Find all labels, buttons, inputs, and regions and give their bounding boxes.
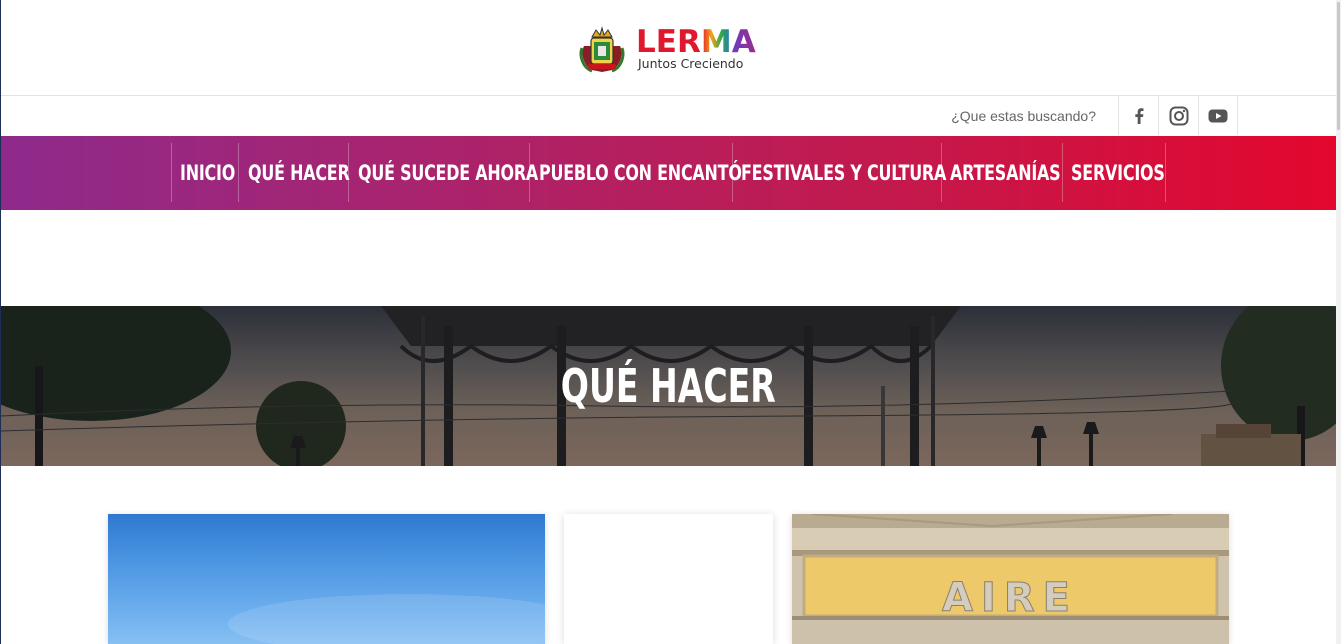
brand-tagline: Juntos Creciendo [638, 56, 744, 71]
page-title: QUÉ HACER [560, 359, 776, 413]
brand-letter: R [676, 24, 701, 60]
nav-separator [348, 143, 349, 202]
activity-card[interactable] [108, 514, 545, 644]
nav-separator [238, 143, 239, 202]
facebook-link[interactable] [1118, 96, 1158, 135]
youtube-icon [1208, 109, 1228, 122]
nav-item-servicios[interactable]: SERVICIOS [1071, 155, 1165, 191]
nav-separator [941, 143, 942, 202]
brand-letter: L [636, 24, 656, 60]
stone-plaque-photo: AIRE [792, 514, 1229, 644]
page-hero: QUÉ HACER [1, 306, 1336, 466]
coat-of-arms-icon [579, 26, 625, 73]
nav-item-pueblo-con-encanto[interactable]: PUEBLO CON ENCANTÓ [539, 155, 742, 191]
activity-card[interactable]: AIRE [792, 514, 1229, 644]
nav-item-que-hacer[interactable]: QUÉ HACER [248, 155, 350, 191]
search-input[interactable]: ¿Que estas buscando? [930, 106, 1096, 126]
site-logo[interactable]: LERMA Juntos Creciendo [578, 24, 758, 74]
nav-separator [1165, 143, 1166, 202]
brand-wordmark: LERMA [636, 25, 756, 59]
main-nav: INICIO QUÉ HACER QUÉ SUCEDE AHORA PUEBLO… [1, 136, 1336, 210]
nav-item-artesanias[interactable]: ARTESANÍAS [950, 155, 1061, 191]
instagram-link[interactable] [1158, 96, 1198, 135]
scrollbar-thumb[interactable] [1337, 2, 1340, 130]
nav-separator [1062, 143, 1063, 202]
nav-item-festivales-y-cultura[interactable]: FESTIVALES Y CULTURA [741, 155, 946, 191]
activity-card[interactable] [564, 514, 773, 644]
sky-photo [228, 594, 545, 644]
nav-separator [529, 143, 530, 202]
facebook-icon [1134, 107, 1143, 124]
nav-separator [171, 143, 172, 202]
nav-item-inicio[interactable]: INICIO [180, 155, 235, 191]
youtube-link[interactable] [1198, 96, 1238, 135]
brand-letter: M [700, 24, 732, 60]
brand-letter: E [655, 24, 677, 60]
instagram-icon [1169, 106, 1188, 125]
nav-item-que-sucede-ahora[interactable]: QUÉ SUCEDE AHORA [358, 155, 538, 191]
nav-separator [732, 143, 733, 202]
plaque-text: AIRE [942, 575, 1078, 621]
brand-letter: A [731, 24, 756, 60]
